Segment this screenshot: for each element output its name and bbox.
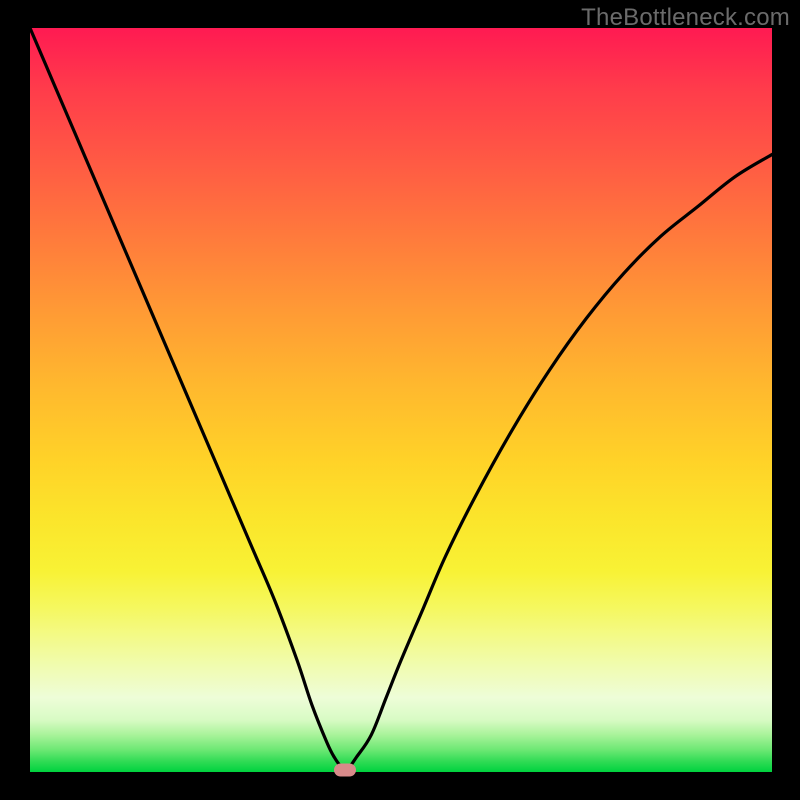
bottleneck-curve: [30, 28, 772, 768]
plot-area: [30, 28, 772, 772]
chart-frame: TheBottleneck.com: [0, 0, 800, 800]
curve-svg: [30, 28, 772, 772]
min-marker: [334, 763, 356, 776]
